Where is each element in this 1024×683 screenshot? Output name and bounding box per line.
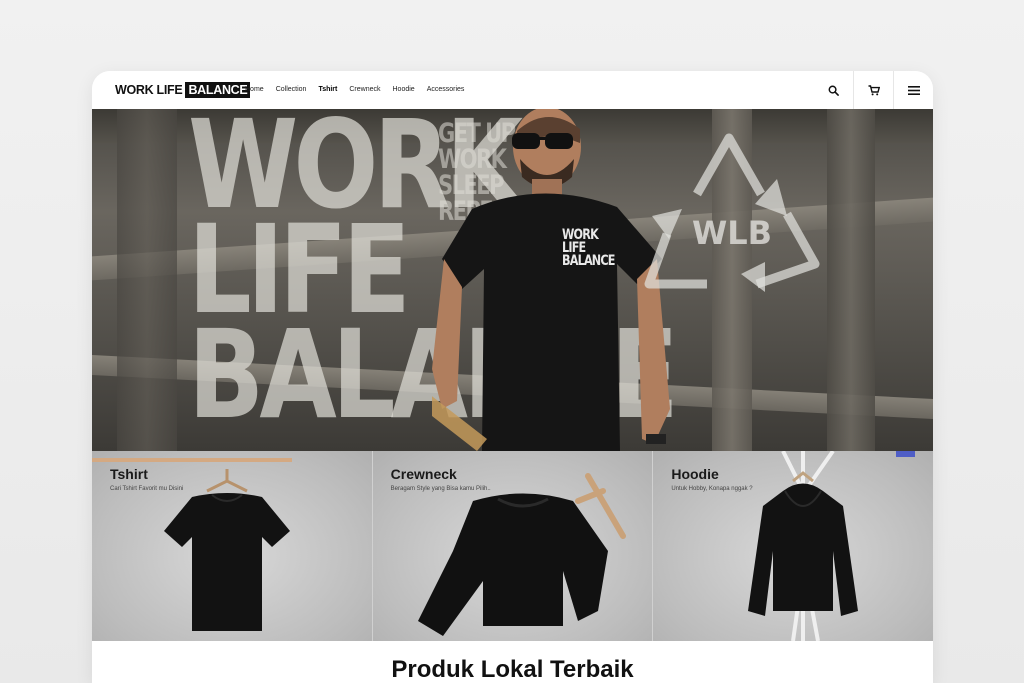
shirt-print-line-3: BALANCE	[562, 253, 615, 269]
accent-marker	[896, 451, 916, 457]
category-card-crewneck[interactable]: Crewneck Beragam Style yang Bisa kamu Pi…	[372, 451, 653, 641]
logo-text: WORK LIFE	[115, 83, 183, 97]
tshirt-image	[164, 469, 290, 631]
nav-home[interactable]: Home	[245, 85, 264, 95]
hero-banner: WORK LIFE BALANCE GET UP WORK SLEEP REPE…	[92, 109, 933, 451]
nav-collection[interactable]: Collection	[276, 85, 307, 95]
nav-tshirt[interactable]: Tshirt	[318, 85, 337, 95]
search-button[interactable]	[814, 71, 853, 109]
category-title: Tshirt	[110, 466, 148, 482]
shirt-print: WORK LIFE BALANCE	[562, 228, 615, 269]
section-title: Produk Lokal Terbaik	[391, 656, 634, 683]
search-icon	[828, 85, 839, 96]
nav-hoodie[interactable]: Hoodie	[393, 85, 415, 95]
cart-button[interactable]	[853, 71, 893, 109]
crewneck-image	[417, 473, 626, 636]
nav-accessories[interactable]: Accessories	[427, 85, 465, 95]
recycle-icon: WLB	[644, 133, 820, 292]
browser-frame: WORK LIFE BALANCE Home Collection Tshirt…	[92, 71, 933, 683]
badge-text: WLB	[692, 214, 772, 252]
nav-actions	[814, 71, 933, 109]
nav-crewneck[interactable]: Crewneck	[349, 85, 380, 95]
brand-logo[interactable]: WORK LIFE BALANCE	[115, 82, 251, 98]
main-menu: Home Collection Tshirt Crewneck Hoodie A…	[245, 85, 476, 95]
category-title: Hoodie	[671, 466, 719, 482]
hoodie-image	[748, 451, 859, 641]
category-card-tshirt[interactable]: Tshirt Cari Tshirt Favorit mu Disini	[92, 451, 372, 641]
hanger-rail	[92, 458, 292, 462]
top-navbar: WORK LIFE BALANCE Home Collection Tshirt…	[92, 71, 933, 109]
category-card-hoodie[interactable]: Hoodie Untuk Hobby, Konapa nggak ?	[653, 451, 933, 641]
cart-icon	[868, 84, 880, 95]
logo-boxed-text: BALANCE	[185, 82, 251, 98]
menu-button[interactable]	[893, 71, 933, 109]
category-grid: Tshirt Cari Tshirt Favorit mu Disini Cre…	[92, 451, 933, 641]
hamburger-menu-icon	[907, 85, 920, 95]
